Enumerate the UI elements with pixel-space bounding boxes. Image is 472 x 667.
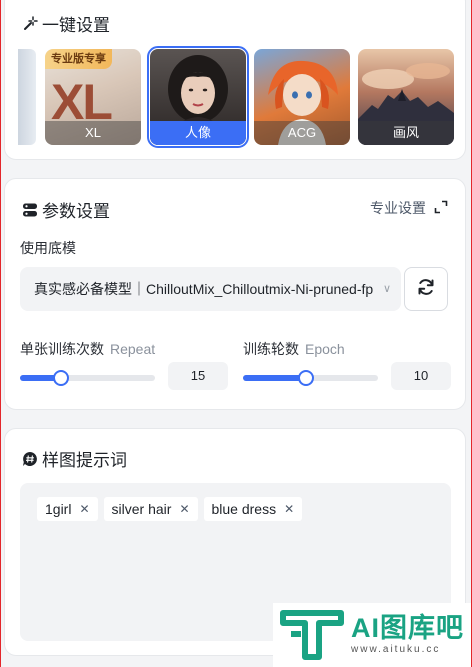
- magic-wand-icon: [22, 15, 38, 32]
- repeat-label: 单张训练次数 Repeat: [20, 341, 156, 357]
- parameters-card: 参数设置 专业设置 使用底模 真实感必备模型｜ChilloutMix_Chill…: [4, 178, 466, 410]
- epoch-label: 训练轮数 Epoch: [243, 341, 345, 357]
- base-model-select[interactable]: 真实感必备模型｜ChilloutMix_Chilloutmix-Ni-prune…: [20, 267, 401, 311]
- base-model-label: 使用底模: [20, 240, 76, 256]
- aituku-logo: [280, 610, 344, 660]
- chevron-down-icon: ∨: [382, 283, 391, 295]
- pro-only-badge: 专业版专享: [45, 49, 112, 69]
- refresh-icon: [416, 277, 436, 302]
- parameters-title: 参数设置: [22, 197, 110, 222]
- close-icon[interactable]: ✕: [179, 497, 189, 521]
- preset-label: ACG: [254, 121, 350, 145]
- preset-portrait[interactable]: 人像: [147, 46, 249, 148]
- server-icon: [22, 202, 38, 218]
- expand-icon: [434, 200, 448, 217]
- close-icon[interactable]: ✕: [79, 497, 89, 521]
- sample-prompt-title: 样图提示词: [22, 446, 127, 471]
- preset-label: XL: [45, 121, 141, 145]
- repeat-slider-thumb[interactable]: [52, 370, 69, 386]
- hashtag-chat-icon: [22, 451, 38, 467]
- preset-list: XL 专业版专享 XL 人像 ACG 画风: [5, 46, 465, 148]
- prompt-tags: 1girl ✕ silver hair ✕ blue dress ✕: [37, 497, 303, 521]
- refresh-models-button[interactable]: [404, 267, 448, 311]
- repeat-slider[interactable]: [20, 370, 155, 386]
- preset-xl[interactable]: XL 专业版专享 XL: [45, 49, 141, 145]
- pro-settings-link[interactable]: 专业设置: [370, 198, 448, 218]
- preset-scroll-edge[interactable]: [18, 49, 36, 145]
- watermark: AI图库吧 www.aituku.cc: [273, 603, 471, 667]
- preset-label: 画风: [358, 121, 454, 145]
- repeat-input[interactable]: 15: [168, 362, 228, 390]
- prompt-tag: 1girl ✕: [37, 497, 98, 521]
- watermark-url: www.aituku.cc: [351, 644, 441, 655]
- quick-settings-title: 一键设置: [22, 11, 110, 36]
- prompt-tag: blue dress ✕: [203, 497, 303, 521]
- epoch-slider-thumb[interactable]: [298, 370, 315, 386]
- preset-acg[interactable]: ACG: [254, 49, 350, 145]
- epoch-slider-fill: [243, 375, 307, 381]
- preset-label: 人像: [150, 121, 246, 145]
- epoch-slider[interactable]: [243, 370, 378, 386]
- preset-art-style[interactable]: 画风: [358, 49, 454, 145]
- prompt-tag: silver hair ✕: [103, 497, 198, 521]
- quick-settings-card: 一键设置 XL 专业版专享 XL 人像 ACG 画风: [4, 0, 466, 160]
- epoch-input[interactable]: 10: [391, 362, 451, 390]
- close-icon[interactable]: ✕: [284, 497, 294, 521]
- watermark-title: AI图库吧: [351, 613, 464, 643]
